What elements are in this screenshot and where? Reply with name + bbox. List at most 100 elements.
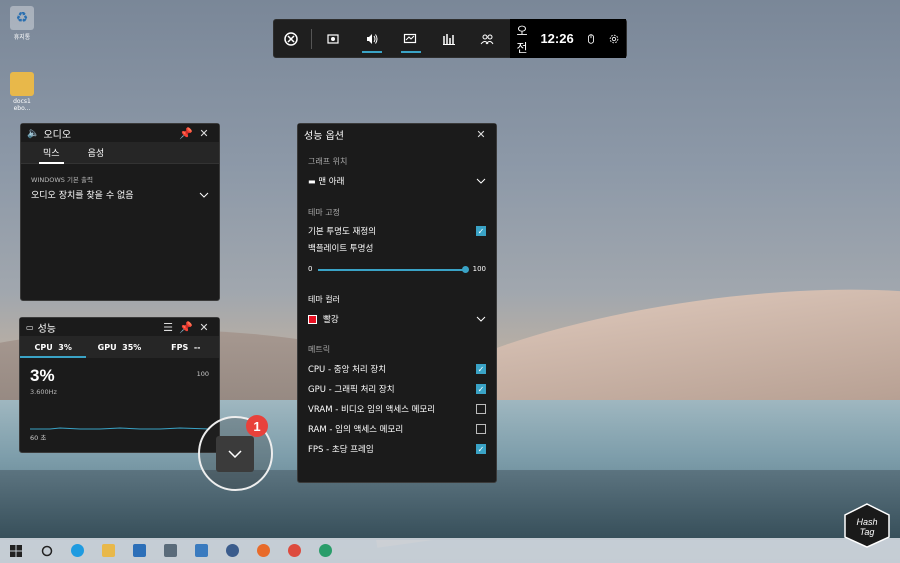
taskbar-settings[interactable] — [217, 538, 248, 563]
chrome-icon — [288, 544, 301, 557]
metric-label: FPS - 초당 프레임 — [308, 445, 374, 455]
metric-label: RAM - 임의 액세스 메모리 — [308, 425, 404, 435]
position-icon: ▬ — [308, 177, 316, 186]
chevron-down-icon — [476, 316, 486, 322]
metrics-label: 메트릭 — [308, 345, 331, 354]
output-device-value: 오디오 장치를 찾을 수 없음 — [31, 191, 134, 201]
tab-voice[interactable]: 음성 — [74, 142, 119, 164]
transparency-slider[interactable] — [318, 269, 466, 271]
taskbar-edge[interactable] — [62, 538, 93, 563]
edge-dev-icon — [319, 544, 332, 557]
mail-icon — [133, 544, 146, 557]
start-button[interactable] — [0, 538, 31, 563]
logo-line2: Tag — [860, 527, 875, 537]
performance-icon: ▭ — [26, 322, 34, 332]
resources-button[interactable] — [429, 19, 468, 58]
taskbar-notepad[interactable] — [186, 538, 217, 563]
backplate-transparency-row: 백플레이트 투명성 — [308, 242, 486, 254]
metric-checkbox[interactable] — [476, 404, 486, 414]
gear-icon — [226, 544, 239, 557]
metric-checkbox[interactable] — [476, 424, 486, 434]
audio-tabs: 믹스 음성 — [21, 142, 219, 164]
chevron-down-icon — [228, 450, 242, 458]
collapse-button[interactable] — [216, 436, 254, 472]
chevron-down-icon — [476, 178, 486, 184]
metric-checkbox[interactable]: ✓ — [476, 364, 486, 374]
notepad-icon — [195, 544, 208, 557]
theme-color-select[interactable]: 빨강 — [308, 313, 486, 325]
recycle-bin-icon: ♻ — [10, 6, 34, 30]
metric-label: CPU - 중앙 처리 장치 — [308, 365, 387, 375]
search-button[interactable] — [31, 538, 62, 563]
tab-mix[interactable]: 믹스 — [29, 142, 74, 164]
tab-fps[interactable]: FPS -- — [153, 336, 219, 358]
folder-icon — [10, 72, 34, 96]
slider-min-label: 0 — [308, 265, 313, 273]
tab-value: 3% — [58, 342, 72, 352]
taskbar-explorer[interactable] — [93, 538, 124, 563]
slider-max-label: 100 — [472, 265, 486, 273]
pin-icon[interactable]: 📌 — [177, 321, 195, 334]
mouse-button[interactable] — [579, 19, 603, 58]
metric-checkbox[interactable]: ✓ — [476, 384, 486, 394]
metric-checkbox[interactable]: ✓ — [476, 444, 486, 454]
graph-position-value: 맨 아래 — [318, 177, 345, 187]
firefox-icon — [257, 544, 270, 557]
theme-fix-label: 테마 고정 — [308, 208, 340, 217]
metric-row-gpu[interactable]: GPU - 그래픽 처리 장치 ✓ — [308, 383, 486, 395]
graph-position-label: 그래프 위치 — [308, 157, 348, 166]
mouse-icon — [588, 33, 595, 44]
tab-gpu[interactable]: GPU 35% — [86, 336, 152, 358]
taskbar-app-move[interactable] — [155, 538, 186, 563]
tab-value: 35% — [122, 342, 142, 352]
output-device-select[interactable]: 오디오 장치를 찾을 수 없음 — [21, 188, 219, 201]
social-button[interactable] — [468, 19, 507, 58]
cpu-frequency: 3.600Hz — [30, 388, 57, 396]
cpu-usage-value: 3% — [30, 366, 55, 385]
capture-icon — [327, 33, 339, 44]
tab-value: -- — [193, 342, 201, 352]
desktop-icon-label: docs1 ebo... — [13, 98, 31, 112]
override-transparency-checkbox[interactable]: ✓ — [476, 226, 486, 236]
tab-cpu[interactable]: CPU 3% — [20, 336, 87, 358]
taskbar-chrome[interactable] — [279, 538, 310, 563]
search-circle-icon — [41, 545, 52, 556]
performance-widget-title: 성능 — [37, 323, 56, 335]
override-transparency-row[interactable]: 기본 투명도 재정의 ✓ — [308, 225, 486, 237]
graph-position-select[interactable]: ▬ 맨 아래 — [308, 175, 486, 187]
tab-label: GPU — [97, 342, 117, 352]
desktop-icon-folder[interactable]: docs1 ebo... — [6, 72, 38, 112]
options-icon[interactable]: ☰ — [159, 321, 177, 334]
taskbar — [0, 538, 900, 563]
settings-button[interactable] — [602, 19, 626, 58]
gear-icon — [610, 34, 619, 43]
step-badge: 1 — [246, 415, 268, 437]
performance-button[interactable] — [391, 19, 430, 58]
xbox-button[interactable] — [274, 19, 309, 58]
color-swatch — [308, 314, 317, 324]
override-transparency-label: 기본 투명도 재정의 — [308, 227, 376, 237]
pin-icon[interactable]: 📌 — [177, 127, 195, 140]
close-icon[interactable]: ✕ — [195, 127, 213, 140]
backplate-transparency-label: 백플레이트 투명성 — [308, 244, 374, 254]
capture-button[interactable] — [314, 19, 353, 58]
taskbar-mail[interactable] — [124, 538, 155, 563]
theme-color-label: 테마 컬러 — [308, 295, 340, 304]
close-icon[interactable]: ✕ — [472, 128, 490, 141]
slider-thumb[interactable] — [462, 266, 469, 273]
logo-line1: Hash — [856, 517, 877, 527]
taskbar-edge-dev[interactable] — [310, 538, 341, 563]
clock: 오전 12:26 — [510, 19, 580, 58]
xbox-icon — [284, 31, 299, 46]
audio-button[interactable] — [352, 19, 391, 58]
metric-row-ram[interactable]: RAM - 임의 액세스 메모리 — [308, 423, 486, 435]
desktop-icon-recycle-bin[interactable]: ♻ 휴지통 — [6, 6, 38, 41]
taskbar-firefox[interactable] — [248, 538, 279, 563]
metric-row-cpu[interactable]: CPU - 중앙 처리 장치 ✓ — [308, 363, 486, 375]
metric-row-fps[interactable]: FPS - 초당 프레임 ✓ — [308, 443, 486, 455]
options-title: 성능 옵션 — [304, 130, 344, 142]
clock-time: 12:26 — [540, 31, 574, 46]
metric-row-vram[interactable]: VRAM - 비디오 임의 액세스 메모리 — [308, 403, 486, 415]
close-icon[interactable]: ✕ — [195, 321, 213, 334]
graph-max-label: 100 — [196, 370, 209, 378]
